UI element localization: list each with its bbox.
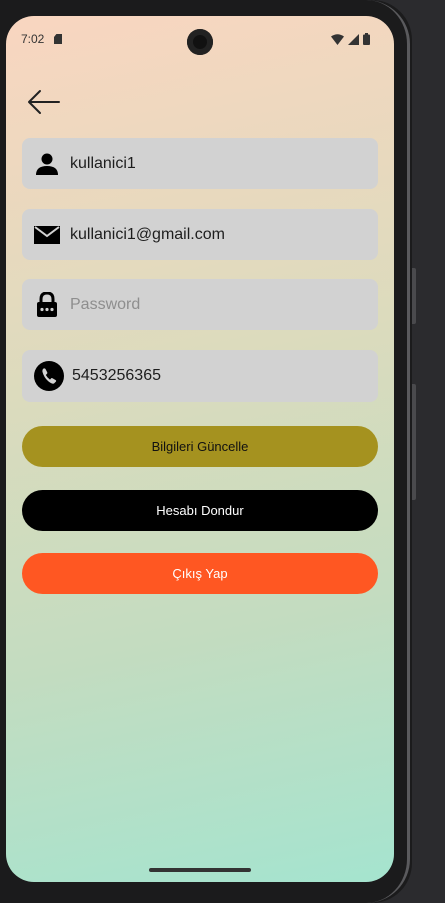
- logout-button[interactable]: Çıkış Yap: [22, 553, 378, 594]
- update-info-button[interactable]: Bilgileri Güncelle: [22, 426, 378, 467]
- battery-icon: [363, 33, 370, 45]
- password-input[interactable]: [70, 295, 360, 314]
- app-screen: 7:02 kullanici1 kullanici1@gmail.com 545…: [6, 16, 394, 882]
- status-icons: [331, 33, 370, 45]
- person-icon: [34, 151, 60, 177]
- freeze-account-button[interactable]: Hesabı Dondur: [22, 490, 378, 531]
- home-indicator[interactable]: [149, 868, 251, 872]
- phone-frame: 7:02 kullanici1 kullanici1@gmail.com 545…: [0, 0, 416, 903]
- status-bar: 7:02: [6, 16, 394, 64]
- back-button[interactable]: [24, 84, 64, 120]
- mail-icon: [34, 222, 60, 248]
- phone-field[interactable]: [22, 350, 378, 402]
- phone-input[interactable]: [72, 367, 362, 385]
- email-input[interactable]: [70, 225, 360, 244]
- sd-card-icon: [54, 34, 62, 44]
- status-time: 7:02: [21, 32, 45, 46]
- volume-button: [412, 268, 416, 324]
- wifi-icon: [331, 33, 344, 45]
- signal-icon: [348, 33, 359, 45]
- logout-label: Çıkış Yap: [172, 566, 228, 581]
- arrow-left-icon: [28, 90, 60, 114]
- update-info-label: Bilgileri Güncelle: [151, 439, 249, 454]
- phone-icon: [34, 361, 64, 391]
- email-field[interactable]: [22, 209, 378, 260]
- front-camera: [187, 29, 213, 55]
- username-input[interactable]: [70, 154, 360, 173]
- password-field[interactable]: [22, 279, 378, 330]
- lock-icon: [34, 291, 60, 318]
- power-button: [412, 384, 416, 500]
- username-field[interactable]: [22, 138, 378, 189]
- freeze-account-label: Hesabı Dondur: [156, 503, 244, 518]
